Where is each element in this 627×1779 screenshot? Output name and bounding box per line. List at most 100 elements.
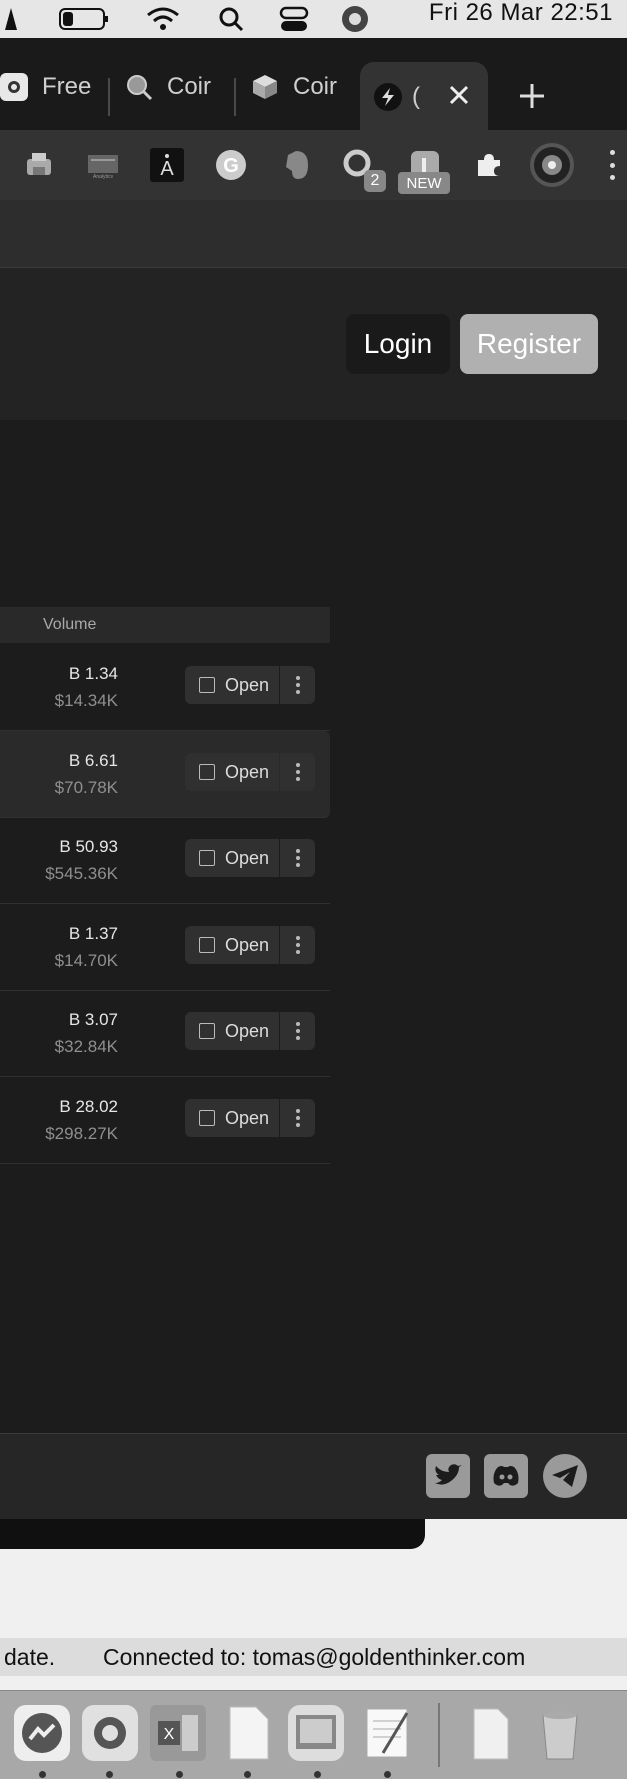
table-row[interactable]: B 1.37 $14.70K Open [0, 904, 330, 991]
table-row[interactable]: B 50.93 $545.36K Open [0, 817, 330, 904]
documents-folder-icon[interactable] [462, 1705, 518, 1761]
printer-icon[interactable] [22, 148, 56, 182]
tab-divider [234, 78, 236, 116]
excel-icon[interactable]: X [150, 1705, 206, 1761]
tab-label: Coir [293, 73, 338, 100]
spotlight-search-icon[interactable] [216, 4, 246, 34]
register-button[interactable]: Register [460, 314, 598, 374]
more-options-icon[interactable] [280, 753, 315, 791]
connection-status: Connected to: tomas@goldenthinker.com [103, 1644, 526, 1670]
open-button[interactable]: Open [185, 926, 279, 964]
tab-divider [108, 78, 110, 116]
more-options-icon[interactable] [280, 926, 315, 964]
telegram-icon[interactable] [543, 1454, 587, 1498]
svg-text:Analytics: Analytics [93, 174, 114, 179]
volume-value: B 50.93 [59, 837, 118, 856]
app-icon[interactable] [82, 1705, 138, 1761]
puzzle-icon[interactable] [472, 148, 506, 182]
bolt-icon [374, 83, 402, 111]
tab-label: Coir [167, 73, 212, 100]
window-bottom-edge [0, 1519, 425, 1549]
new-tab-icon[interactable] [518, 82, 546, 110]
open-button[interactable]: Open [185, 666, 279, 704]
running-indicator [39, 1771, 46, 1778]
browser-menu-icon[interactable] [610, 150, 618, 180]
close-tab-icon[interactable] [446, 82, 472, 108]
open-label: Open [225, 1107, 270, 1128]
more-options-icon[interactable] [280, 1012, 315, 1050]
open-label: Open [225, 674, 270, 695]
dock-divider [438, 1703, 440, 1767]
open-button[interactable]: Open [185, 753, 279, 791]
preview-icon[interactable] [288, 1705, 344, 1761]
site-header: Login Register [0, 268, 627, 420]
browser-tab-strip: Free Coir Coir ( [0, 38, 627, 130]
external-link-icon [199, 764, 215, 780]
volume-value: B 28.02 [59, 1097, 118, 1116]
menubar-clock[interactable]: Fri 26 Mar 22:51 [429, 0, 613, 26]
document-icon[interactable] [220, 1705, 276, 1761]
volume-usd: $545.36K [45, 864, 118, 883]
volume-value: B 6.61 [68, 751, 118, 770]
open-label: Open [225, 761, 270, 782]
trash-icon[interactable] [532, 1705, 588, 1761]
messenger-icon[interactable] [14, 1705, 70, 1761]
analytics-icon[interactable]: Analytics [86, 148, 120, 182]
external-link-icon [199, 850, 215, 866]
open-button[interactable]: Open [185, 1099, 279, 1137]
new-badge: NEW [398, 172, 450, 194]
bookmarks-bar [0, 200, 627, 268]
volume-usd: $14.70K [54, 951, 118, 970]
volume-usd: $298.27K [45, 1124, 118, 1143]
grammarly-icon[interactable]: G [214, 148, 248, 182]
tab-active[interactable]: ( [360, 62, 488, 130]
open-label: Open [225, 1020, 270, 1041]
vlc-icon[interactable] [0, 4, 22, 34]
column-header-volume[interactable]: Volume [43, 616, 96, 634]
site-footer [0, 1433, 627, 1520]
table-row[interactable]: B 28.02 $298.27K Open [0, 1077, 330, 1164]
more-options-icon[interactable] [280, 666, 315, 704]
external-link-icon [199, 1110, 215, 1126]
cube-icon [251, 73, 279, 101]
login-button[interactable]: Login [346, 314, 450, 374]
open-label: Open [225, 934, 270, 955]
browser-toolbar: Analytics A G 2 NEW [0, 130, 627, 200]
volume-usd: $14.34K [54, 691, 118, 710]
evernote-icon[interactable] [280, 148, 314, 182]
table-row[interactable]: B 3.07 $32.84K Open [0, 990, 330, 1077]
more-options-icon[interactable] [280, 839, 315, 877]
wifi-icon[interactable] [145, 4, 181, 34]
table-row[interactable]: B 6.61 $70.78K Open [0, 731, 330, 818]
external-link-icon [199, 937, 215, 953]
twitter-icon[interactable] [426, 1454, 470, 1498]
running-indicator [106, 1771, 113, 1778]
volume-usd: $70.78K [54, 778, 118, 797]
control-center-icon[interactable] [278, 4, 310, 34]
battery-icon[interactable] [58, 4, 110, 34]
textedit-icon[interactable] [360, 1705, 416, 1761]
running-indicator [176, 1771, 183, 1778]
running-indicator [244, 1771, 251, 1778]
tab-label: Free [42, 73, 92, 100]
app-icon [0, 73, 28, 101]
discord-icon[interactable] [484, 1454, 528, 1498]
siri-icon[interactable] [340, 4, 370, 34]
open-label: Open [225, 847, 270, 868]
tab-active-content: ( [374, 72, 420, 122]
tab-coin-1[interactable]: Coir [125, 62, 211, 112]
extension-badge: 2 [364, 170, 386, 192]
table-row[interactable]: B 1.34 $14.34K Open [0, 644, 330, 731]
magnifier-coin-icon [125, 73, 153, 101]
running-indicator [384, 1771, 391, 1778]
more-options-icon[interactable] [280, 1099, 315, 1137]
status-text: date. [4, 1644, 56, 1670]
profile-avatar-icon[interactable] [530, 143, 574, 187]
tab-free[interactable]: Free [0, 62, 91, 112]
open-button[interactable]: Open [185, 1012, 279, 1050]
open-button[interactable]: Open [185, 839, 279, 877]
volume-value: B 1.37 [68, 924, 118, 943]
a-tower-icon[interactable]: A [150, 148, 184, 182]
tab-coin-2[interactable]: Coir [251, 62, 337, 112]
menu-bar: Fri 26 Mar 22:51 [0, 0, 627, 38]
